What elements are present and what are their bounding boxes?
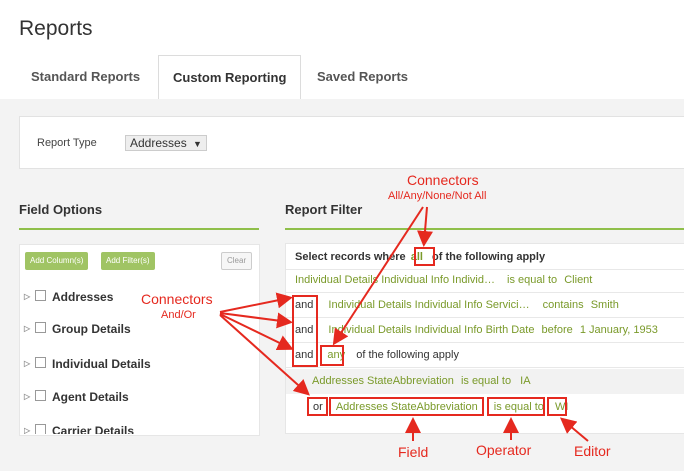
arrow-to-and-2 bbox=[219, 312, 293, 329]
arrow-to-and-3 bbox=[219, 313, 294, 350]
arrow-to-or bbox=[219, 314, 310, 396]
arrow-to-all bbox=[417, 206, 433, 247]
arrow-to-and-1 bbox=[219, 292, 293, 313]
arrow-to-any bbox=[332, 206, 424, 346]
arrow-to-editor bbox=[559, 417, 589, 442]
annotation-arrows bbox=[219, 206, 589, 442]
